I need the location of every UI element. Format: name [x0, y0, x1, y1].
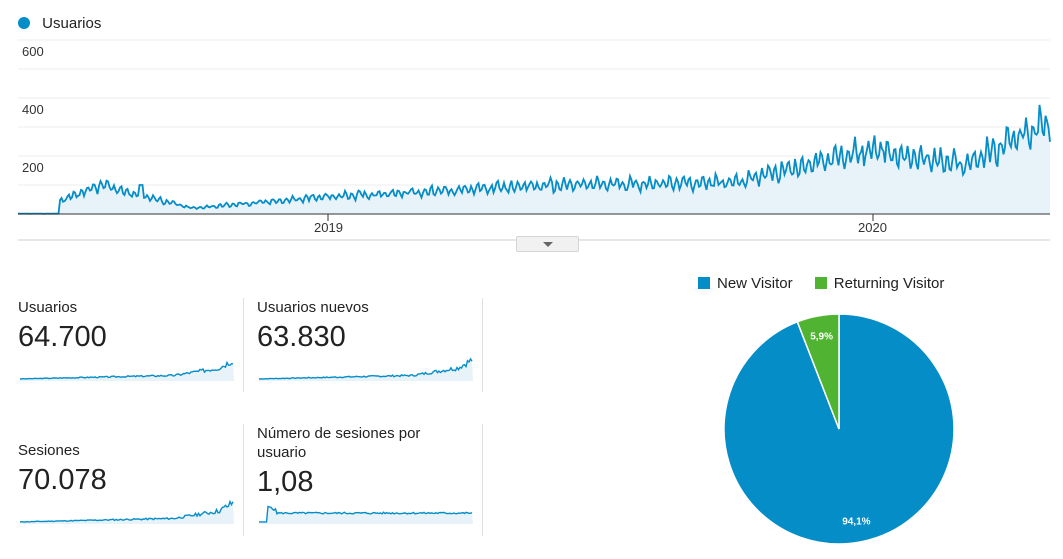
metric-label: Usuarios nuevos	[257, 299, 369, 316]
metric-sesiones-por-usuario[interactable]: Número de sesiones por usuario 1,08	[257, 424, 473, 542]
legend-swatch	[814, 277, 827, 290]
metric-value: 63.830	[257, 321, 346, 353]
x-tick-2019: 2019	[314, 220, 343, 235]
metric-value: 70.078	[18, 464, 107, 496]
divider	[243, 298, 244, 392]
y-tick-200: 200	[22, 160, 44, 175]
legend-item-returning-visitor[interactable]: Returning Visitor	[814, 274, 945, 292]
metric-label: Usuarios	[18, 299, 78, 316]
divider	[482, 424, 483, 536]
metric-value: 64.700	[18, 321, 107, 353]
sparkline	[20, 499, 234, 524]
legend-item-new-visitor[interactable]: New Visitor	[698, 274, 793, 292]
visitor-type-pie-chart[interactable]: 94,1% 5,9%	[700, 300, 1000, 558]
legend-label: Returning Visitor	[833, 274, 945, 292]
metric-usuarios-nuevos[interactable]: Usuarios nuevos 63.830	[257, 298, 482, 416]
metric-usuarios[interactable]: Usuarios 64.700	[18, 298, 243, 416]
legend-swatch	[698, 277, 710, 290]
metric-label: Número de sesiones por usuario	[257, 425, 421, 461]
metric-sesiones[interactable]: Sesiones 70.078	[18, 441, 243, 559]
pie-label-new-visitor: 94,1%	[842, 517, 870, 528]
divider	[243, 424, 244, 536]
y-tick-600: 600	[22, 44, 44, 59]
divider	[482, 298, 483, 392]
x-tick-2020: 2020	[858, 220, 887, 235]
sparkline-area	[259, 506, 473, 524]
legend-label: New Visitor	[717, 274, 793, 292]
sparkline	[20, 360, 234, 381]
users-line-chart[interactable]: 600 400 200 2019 2020	[0, 0, 1063, 250]
users-area	[18, 104, 1050, 214]
pie-label-returning-visitor: 5,9%	[810, 331, 833, 342]
chevron-down-icon	[543, 242, 553, 247]
sparkline	[259, 357, 473, 381]
metric-value: 1,08	[257, 466, 314, 498]
sparkline	[259, 505, 473, 524]
pie-legend: New Visitor Returning Visitor	[698, 274, 962, 292]
y-tick-400: 400	[22, 102, 44, 117]
collapse-chart-button[interactable]	[516, 236, 579, 252]
metric-label: Sesiones	[18, 442, 80, 459]
